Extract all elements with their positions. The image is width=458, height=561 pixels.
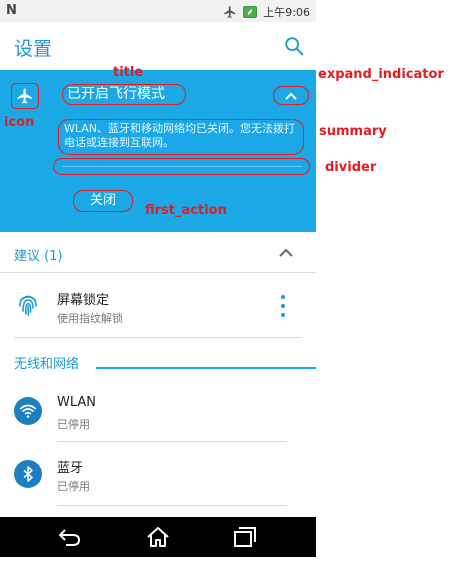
list-item-subtitle: 使用指纹解锁	[57, 312, 123, 325]
home-icon[interactable]	[145, 526, 171, 548]
card-divider	[53, 158, 310, 175]
annotation-summary: summary	[319, 124, 387, 139]
bluetooth-icon	[14, 460, 42, 488]
list-item-subtitle: 已停用	[57, 480, 90, 493]
card-summary: WLAN、蓝牙和移动网络均已关闭。您无法拨打电话或连接到互联网。	[58, 119, 304, 155]
collapse-chevron-icon[interactable]	[278, 246, 294, 258]
carrier-glyph: N	[6, 3, 17, 18]
section-underline	[96, 367, 316, 369]
row-divider	[57, 505, 287, 506]
row-divider	[57, 441, 287, 442]
status-bar-right: 上午9:06	[223, 4, 310, 20]
row-divider	[14, 337, 301, 338]
navigation-bar	[0, 517, 316, 557]
phone-screen: N 上午9:06 设置 已开启飞行模式 WLAN、蓝牙和移动网络均已关闭。您无法…	[0, 0, 316, 561]
annotation-title: title	[113, 65, 144, 80]
suggestions-header[interactable]: 建议 (1)	[14, 245, 63, 264]
list-item-title: WLAN	[57, 395, 97, 410]
status-time: 上午9:06	[263, 6, 310, 19]
annotation-expand-indicator: expand_indicator	[318, 67, 444, 82]
recents-icon[interactable]	[232, 526, 258, 548]
app-bar: 设置	[0, 22, 316, 70]
card-title: 已开启飞行模式	[62, 84, 186, 105]
section-divider	[0, 272, 316, 273]
page-title: 设置	[14, 38, 53, 60]
back-icon[interactable]	[57, 526, 83, 548]
turn-off-button[interactable]: 关闭	[73, 190, 133, 212]
status-bar: N 上午9:06	[0, 0, 316, 22]
list-item-title: 屏幕锁定	[57, 293, 110, 308]
list-item-subtitle: 已停用	[57, 418, 90, 431]
list-item-title: 蓝牙	[57, 461, 84, 476]
wireless-header: 无线和网络	[14, 357, 80, 372]
battery-charging-icon	[243, 6, 258, 18]
airplane-icon	[224, 6, 236, 18]
card-icon-frame	[11, 83, 39, 109]
search-icon[interactable]	[283, 35, 305, 57]
fingerprint-icon	[19, 295, 37, 316]
annotation-icon: icon	[4, 115, 35, 130]
chevron-up-icon	[285, 92, 297, 100]
airplane-icon	[17, 88, 32, 104]
expand-indicator[interactable]	[273, 86, 309, 105]
divider-line	[62, 166, 302, 167]
annotation-divider: divider	[325, 160, 377, 175]
annotation-first-action: first_action	[145, 203, 227, 218]
wifi-icon	[14, 397, 42, 425]
more-options-icon[interactable]	[281, 295, 287, 317]
